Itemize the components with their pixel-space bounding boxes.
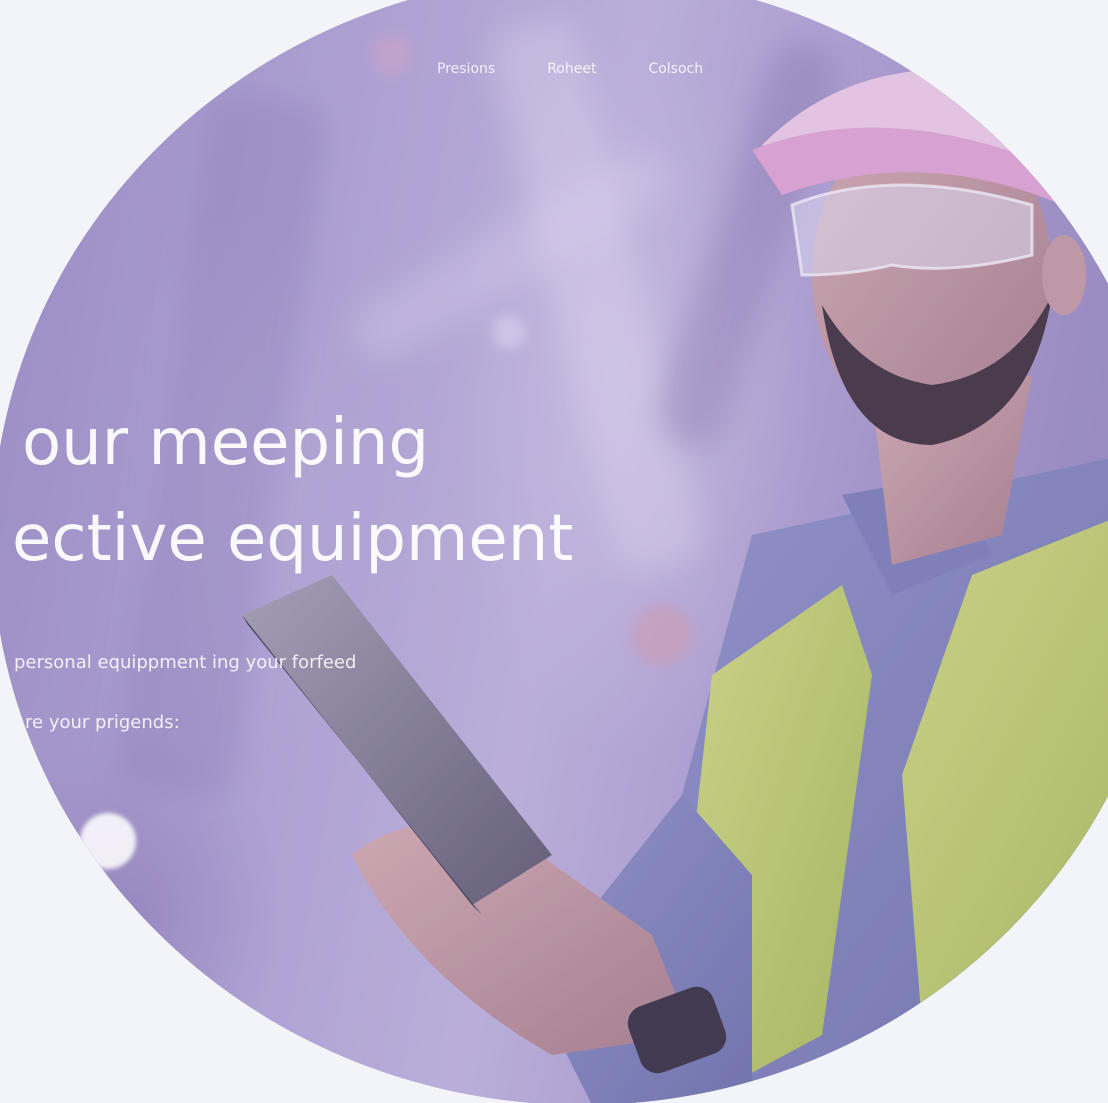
nav-link-colsoch[interactable]: Colsoch: [648, 61, 703, 77]
cta-circle-button[interactable]: [80, 813, 136, 869]
hero-subtext-line-2: are your prigends:: [14, 712, 180, 733]
hero-image-circle: Presions Roheet Colsoch our meeping ecti…: [0, 0, 1108, 1103]
hero-subtext-line-1: personal equippment ing your forfeed: [14, 652, 357, 673]
page: Presions Roheet Colsoch our meeping ecti…: [0, 0, 1108, 1103]
top-nav: Presions Roheet Colsoch: [437, 61, 703, 77]
nav-link-roheet[interactable]: Roheet: [547, 61, 596, 77]
nav-link-presions[interactable]: Presions: [437, 61, 495, 77]
hero-headline-line-1: our meeping: [22, 406, 430, 480]
hero-headline: our meeping ective equipment: [0, 395, 573, 587]
hero-headline-line-2: ective equipment: [12, 502, 574, 576]
